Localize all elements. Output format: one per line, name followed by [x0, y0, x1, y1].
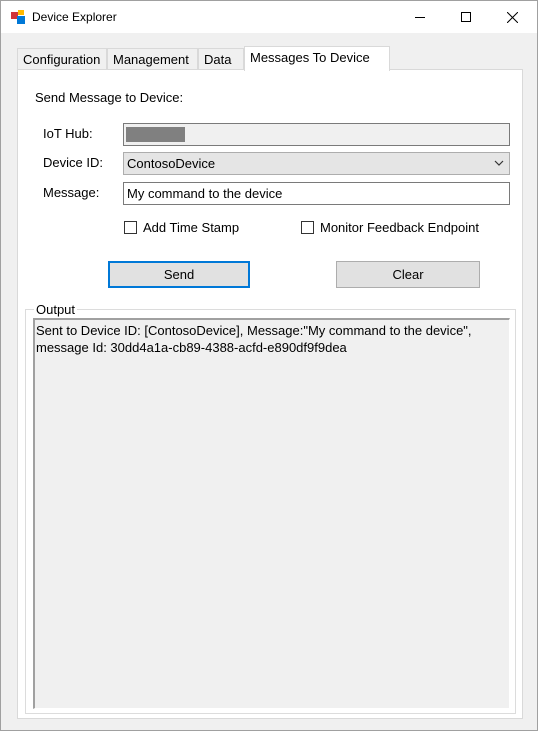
maximize-button[interactable]	[443, 1, 489, 33]
iot-hub-label: IoT Hub:	[43, 126, 93, 141]
monitor-feedback-checkbox[interactable]: Monitor Feedback Endpoint	[301, 220, 479, 235]
tab-messages-to-device[interactable]: Messages To Device	[244, 46, 390, 71]
clear-button[interactable]: Clear	[336, 261, 480, 288]
iot-hub-field	[123, 123, 510, 146]
messages-to-device-panel: Send Message to Device: IoT Hub: Device …	[17, 69, 523, 719]
window-title: Device Explorer	[32, 10, 117, 24]
message-input[interactable]: My command to the device	[123, 182, 510, 205]
add-timestamp-label: Add Time Stamp	[143, 220, 240, 235]
app-icon	[11, 10, 25, 24]
checkbox-box	[301, 221, 314, 234]
chevron-down-icon	[494, 160, 504, 166]
tab-management[interactable]: Management	[107, 48, 198, 70]
minimize-icon	[415, 16, 425, 18]
device-explorer-window: Device Explorer Configuration Management…	[0, 0, 538, 731]
close-button[interactable]	[489, 1, 535, 33]
title-bar[interactable]: Device Explorer	[1, 1, 537, 33]
tab-data[interactable]: Data	[198, 48, 244, 70]
redacted-hub-name	[126, 127, 185, 142]
message-label: Message:	[43, 185, 100, 200]
message-value: My command to the device	[127, 186, 283, 201]
minimize-button[interactable]	[397, 1, 443, 33]
send-button[interactable]: Send	[108, 261, 250, 288]
monitor-feedback-label: Monitor Feedback Endpoint	[320, 220, 479, 235]
device-id-value: ContosoDevice	[127, 156, 216, 171]
output-textbox[interactable]: Sent to Device ID: [ContosoDevice], Mess…	[33, 318, 510, 709]
checkbox-box	[124, 221, 137, 234]
add-timestamp-checkbox[interactable]: Add Time Stamp	[124, 220, 239, 235]
close-icon	[506, 11, 518, 23]
device-id-label: Device ID:	[43, 155, 103, 170]
output-group: Output Sent to Device ID: [ContosoDevice…	[25, 302, 516, 714]
send-message-heading: Send Message to Device:	[35, 90, 184, 105]
tab-configuration[interactable]: Configuration	[17, 48, 107, 70]
device-id-dropdown[interactable]: ContosoDevice	[123, 152, 510, 175]
maximize-icon	[461, 12, 471, 22]
output-label: Output	[34, 302, 78, 317]
